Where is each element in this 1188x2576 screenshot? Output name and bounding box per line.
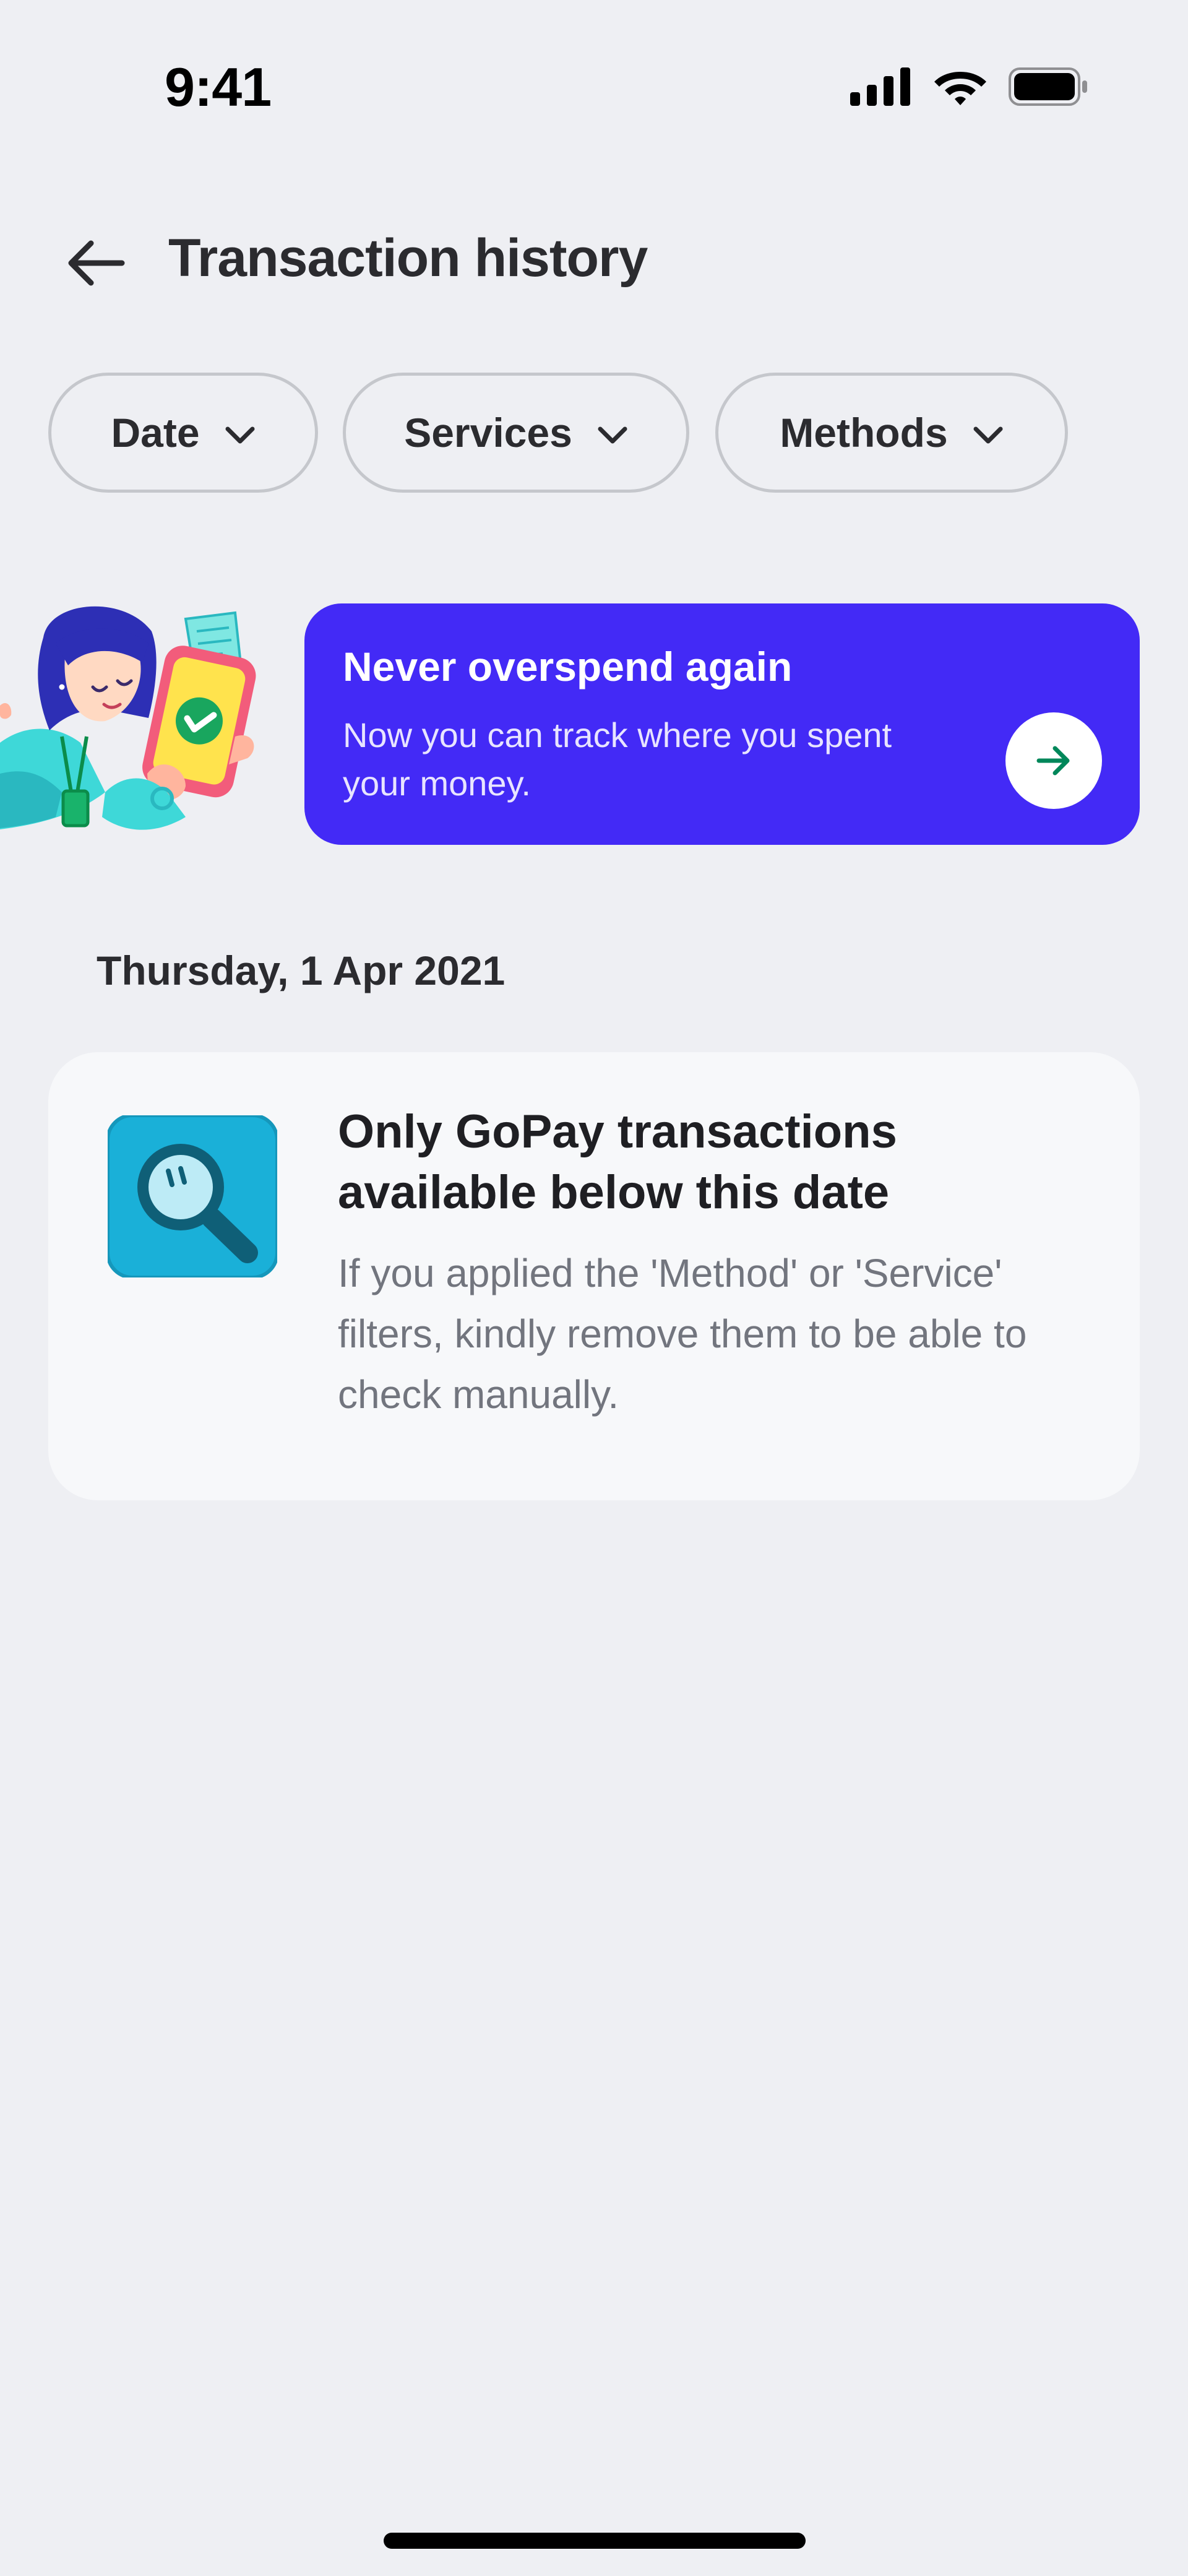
status-icons <box>850 67 1089 106</box>
promo-banner[interactable]: Never overspend again Now you can track … <box>304 603 1140 845</box>
back-arrow-icon <box>68 240 125 286</box>
services-filter-chip[interactable]: Services <box>343 373 689 493</box>
chevron-down-icon <box>973 426 1003 444</box>
methods-filter-chip[interactable]: Methods <box>715 373 1068 493</box>
battery-icon <box>1009 67 1087 106</box>
arrow-right-icon <box>1036 746 1070 776</box>
date-section-header: Thursday, 1 Apr 2021 <box>97 948 506 993</box>
transaction-history-screen: 9:41 Transaction history Date Services M… <box>0 0 1188 2576</box>
back-button[interactable] <box>62 229 130 297</box>
person-with-phone-illustration <box>0 606 256 830</box>
banner-body: Now you can track where you spent your m… <box>343 715 892 803</box>
info-card-body: If you applied the 'Method' or 'Service'… <box>338 1251 1027 1417</box>
date-filter-label: Date <box>111 410 200 456</box>
banner-title: Never overspend again <box>343 644 793 689</box>
chevron-down-icon <box>225 426 255 444</box>
chevron-down-icon <box>598 426 627 444</box>
info-card: Only GoPay transactions available below … <box>48 1052 1140 1500</box>
date-filter-chip[interactable]: Date <box>48 373 318 493</box>
cellular-signal-icon <box>850 67 910 106</box>
status-time: 9:41 <box>165 56 272 118</box>
methods-filter-label: Methods <box>780 410 948 456</box>
wifi-icon <box>934 72 986 105</box>
info-card-title: Only GoPay transactions available below … <box>338 1105 897 1219</box>
banner-arrow-button[interactable] <box>1005 712 1102 809</box>
page-title: Transaction history <box>168 228 648 288</box>
home-indicator[interactable] <box>384 2533 806 2549</box>
magnifier-icon <box>108 1115 277 1277</box>
services-filter-label: Services <box>404 410 572 456</box>
